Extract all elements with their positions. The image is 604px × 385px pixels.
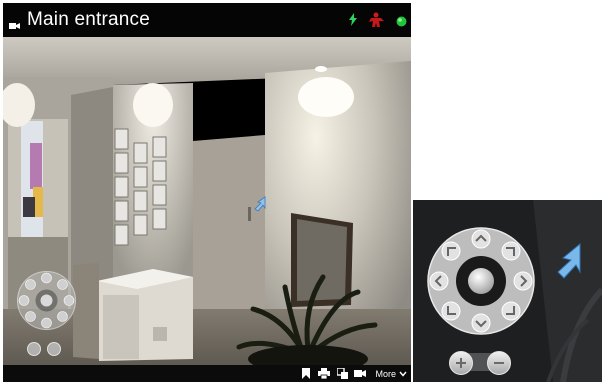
pan-down-left-icon[interactable] [441, 301, 461, 321]
zoom-in-icon[interactable] [449, 351, 473, 375]
pan-up-right-icon[interactable] [501, 241, 521, 261]
ptz-control-small[interactable] [15, 269, 78, 332]
bookmark-icon[interactable] [300, 368, 312, 380]
zoom-out-small-icon[interactable] [47, 342, 61, 356]
pan-right-icon[interactable] [513, 271, 533, 291]
camera-icon [9, 17, 20, 29]
camera-title: Main entrance [27, 9, 151, 30]
ptz-zoom-detail-panel [413, 200, 602, 382]
copy-icon[interactable] [336, 368, 348, 380]
camera-view-window: Main entrance More [3, 3, 411, 382]
zoom-in-small-icon[interactable] [27, 342, 41, 356]
zoom-out-icon[interactable] [487, 351, 511, 375]
record-icon[interactable] [354, 368, 367, 380]
ptz-control-large[interactable] [426, 226, 536, 336]
chevron-down-icon [399, 371, 407, 377]
more-label: More [375, 368, 396, 379]
camera-title-bar: Main entrance [3, 3, 411, 37]
pan-left-icon[interactable] [429, 271, 449, 291]
pan-up-left-icon[interactable] [441, 241, 461, 261]
event-alert-icon[interactable] [368, 12, 385, 32]
lightning-icon[interactable] [349, 13, 357, 31]
pan-up-icon[interactable] [471, 229, 491, 249]
more-menu-button[interactable]: More [375, 369, 407, 379]
pan-down-icon[interactable] [471, 313, 491, 333]
live-status-icon [396, 14, 407, 32]
print-icon[interactable] [318, 368, 331, 380]
camera-toolbar: More [3, 365, 411, 382]
pan-down-right-icon[interactable] [501, 301, 521, 321]
